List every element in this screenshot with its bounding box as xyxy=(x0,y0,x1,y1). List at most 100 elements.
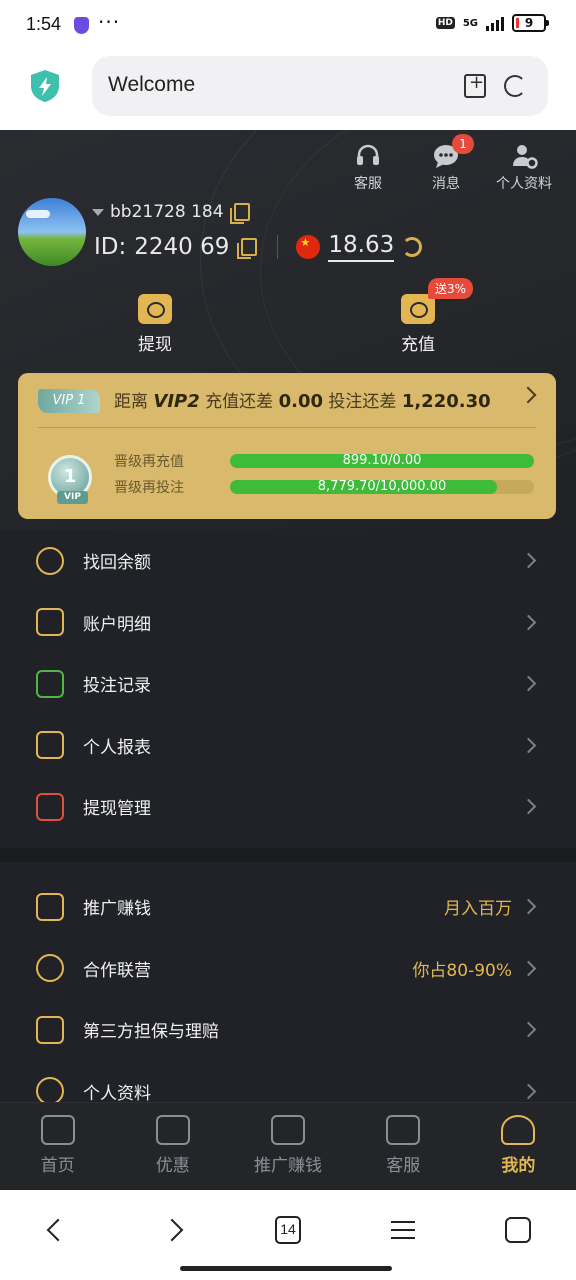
withdraw-icon xyxy=(138,294,172,324)
service-menu: 推广赚钱 月入百万 合作联营 你占80-90% 第三方担保与理赔 个人资料 xyxy=(0,876,576,1102)
network-type: 5G xyxy=(462,17,478,29)
tab-home[interactable]: 首页 xyxy=(0,1103,115,1190)
forward-button[interactable] xyxy=(152,1210,192,1250)
url-text: Welcome xyxy=(108,73,196,96)
club-icon xyxy=(36,954,64,983)
card-settings-icon xyxy=(36,792,64,821)
security-shield-icon[interactable] xyxy=(28,68,62,104)
copy-id-icon[interactable] xyxy=(237,238,258,259)
vip-deposit-gap: 0.00 xyxy=(278,391,323,412)
chevron-right-icon xyxy=(520,737,537,754)
deposit-progress-row: 晋级再充值 899.10/0.00 xyxy=(114,451,534,471)
chevron-right-icon xyxy=(520,614,537,631)
vip-next-level: VIP2 xyxy=(153,391,200,412)
search-coin-icon xyxy=(36,546,64,575)
menu-item-bet-records[interactable]: 投注记录 xyxy=(0,653,576,715)
vip-medal-icon: 1 xyxy=(48,455,92,504)
hamburger-icon xyxy=(391,1221,415,1239)
tab-promote[interactable]: 推广赚钱 xyxy=(230,1103,345,1190)
document-icon xyxy=(36,608,64,637)
vip-prefix: 距离 xyxy=(114,392,148,412)
list-icon xyxy=(36,669,64,698)
browser-nav-bar: 14 xyxy=(0,1190,576,1280)
menu-item-guarantee[interactable]: 第三方担保与理赔 xyxy=(0,999,576,1061)
vip-level-tag: VIP 1 xyxy=(38,389,100,413)
deposit-label: 充值 xyxy=(401,335,435,355)
vip-bet-text: 投注还差 xyxy=(328,392,397,412)
copy-username-icon[interactable] xyxy=(229,203,250,224)
menu-item-profile[interactable]: 个人资料 xyxy=(0,1061,576,1102)
tab-customer-service[interactable]: 客服 xyxy=(346,1103,461,1190)
tab-label: 优惠 xyxy=(155,1156,190,1176)
menu-item-label: 提现管理 xyxy=(83,799,151,820)
reload-icon[interactable] xyxy=(504,75,526,97)
vip-card[interactable]: VIP 1 距离 VIP2 充值还差 0.00 投注还差 1,220.30 1 … xyxy=(18,373,556,519)
messages-button[interactable]: 1 消息 xyxy=(416,134,476,193)
user-id-value: 2240 69 xyxy=(134,234,230,260)
bet-progress-label: 晋级再投注 xyxy=(114,480,184,496)
chevron-right-icon xyxy=(520,1083,537,1100)
menu-item-promote[interactable]: 推广赚钱 月入百万 xyxy=(0,876,576,938)
vip-divider xyxy=(38,427,536,428)
china-flag-icon xyxy=(296,235,321,259)
withdraw-label: 提现 xyxy=(138,335,172,355)
promote-icon xyxy=(271,1115,305,1145)
chevron-right-icon xyxy=(520,675,537,692)
tab-label: 客服 xyxy=(386,1156,421,1176)
customer-service-button[interactable]: 客服 xyxy=(338,142,398,193)
menu-item-extra: 你占80-90% xyxy=(412,960,512,981)
username-row[interactable]: bb21728 184 xyxy=(92,202,250,224)
menu-item-label: 合作联营 xyxy=(83,960,151,981)
hd-icon: HD xyxy=(435,17,455,29)
menu-item-label: 推广赚钱 xyxy=(83,899,151,920)
battery-level: 9 xyxy=(524,16,534,30)
menu-item-extra: 月入百万 xyxy=(444,899,512,920)
menu-item-recover-balance[interactable]: 找回余额 xyxy=(0,530,576,592)
profile-info-button[interactable]: 个人资料 xyxy=(494,142,554,193)
shield-dollar-icon xyxy=(36,1015,64,1044)
profile-icon xyxy=(501,1115,536,1145)
menu-button[interactable] xyxy=(383,1210,423,1250)
menu-item-withdraw-management[interactable]: 提现管理 xyxy=(0,776,576,838)
unread-badge: 1 xyxy=(452,134,474,154)
menu-item-account-details[interactable]: 账户明细 xyxy=(0,592,576,654)
vip-bet-gap: 1,220.30 xyxy=(401,391,491,412)
bet-progress-row: 晋级再投注 8,779.70/10,000.00 xyxy=(114,477,534,497)
status-time: 1:54 xyxy=(26,14,62,34)
deposit-button[interactable]: 送3% 充值 xyxy=(358,278,478,355)
tab-promotions[interactable]: 优惠 xyxy=(115,1103,230,1190)
vip-deposit-text: 充值还差 xyxy=(205,392,274,412)
deposit-progress-value: 899.10/0.00 xyxy=(342,454,422,468)
bet-progress-value: 8,779.70/10,000.00 xyxy=(317,480,447,494)
gesture-indicator xyxy=(180,1266,392,1271)
refresh-balance-icon[interactable] xyxy=(402,237,423,257)
tabs-button[interactable]: 14 xyxy=(268,1210,308,1250)
add-bookmark-icon[interactable] xyxy=(464,72,486,98)
url-field[interactable]: Welcome xyxy=(92,56,548,116)
bet-progress-bar: 8,779.70/10,000.00 xyxy=(230,480,534,494)
deposit-progress-label: 晋级再充值 xyxy=(114,454,184,470)
wallet-actions: 提现 送3% 充值 xyxy=(0,278,576,360)
dropdown-icon xyxy=(92,208,104,216)
user-id-label: ID: xyxy=(94,234,127,260)
messages-label: 消息 xyxy=(432,176,460,192)
app-content: 客服 1 消息 个人资料 bb21728 184 ID: 2240 69 18.… xyxy=(0,130,576,1102)
tab-mine[interactable]: 我的 xyxy=(461,1103,576,1190)
browser-address-bar: Welcome xyxy=(0,52,576,130)
menu-item-personal-report[interactable]: 个人报表 xyxy=(0,715,576,777)
home-icon xyxy=(505,1217,531,1243)
home-button[interactable] xyxy=(498,1210,538,1250)
avatar[interactable] xyxy=(18,198,86,266)
chevron-right-icon xyxy=(520,960,537,977)
chevron-right-icon xyxy=(519,386,537,404)
menu-item-label: 找回余额 xyxy=(83,553,151,574)
profile-info-label: 个人资料 xyxy=(496,176,552,192)
withdraw-button[interactable]: 提现 xyxy=(95,290,215,355)
menu-item-label: 账户明细 xyxy=(83,614,151,635)
menu-item-label: 第三方担保与理赔 xyxy=(83,1022,219,1043)
user-id-row: ID: 2240 69 18.63 xyxy=(94,232,423,262)
menu-item-partnership[interactable]: 合作联营 你占80-90% xyxy=(0,938,576,1000)
headset-icon xyxy=(357,144,379,165)
back-button[interactable] xyxy=(38,1210,78,1250)
home-icon xyxy=(40,1115,75,1145)
